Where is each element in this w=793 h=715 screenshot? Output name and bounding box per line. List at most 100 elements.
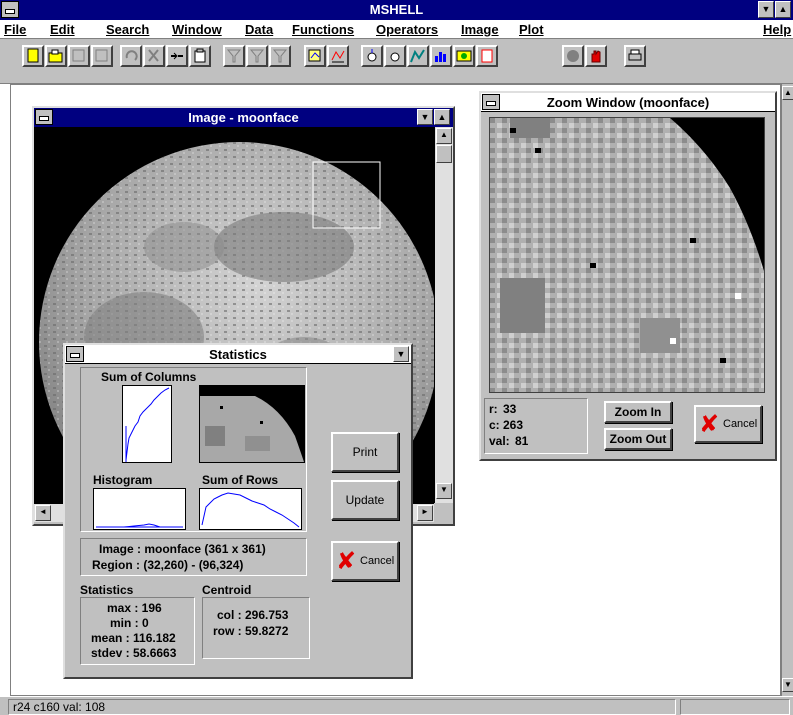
save-disabled-icon[interactable] <box>68 45 90 67</box>
image-window-title: Image - moonface <box>188 110 299 125</box>
statistics-title: Statistics <box>209 347 267 362</box>
menu-edit[interactable]: Edit <box>50 22 75 37</box>
zoomed-image-graphic <box>490 118 764 392</box>
update-button[interactable]: Update <box>331 480 399 520</box>
image-scroll-left-icon[interactable]: ◄ <box>35 505 51 521</box>
region-thumbnail <box>199 385 305 463</box>
centroid-panel: col : 296.753 row : 59.8272 <box>202 597 310 659</box>
stat-stdev: stdev : 58.6663 <box>91 646 177 660</box>
zoom-window-title: Zoom Window (moonface) <box>546 95 710 110</box>
histogram-plot <box>93 488 186 530</box>
stop-hand-icon[interactable] <box>585 45 607 67</box>
menu-functions[interactable]: Functions <box>292 22 354 37</box>
statistics-header: Statistics <box>80 583 134 597</box>
function-2-icon[interactable] <box>327 45 349 67</box>
menu-data[interactable]: Data <box>245 22 273 37</box>
statistics-values-panel: max : 196 min : 0 mean : 116.182 stdev :… <box>80 597 195 665</box>
image-scroll-thumb[interactable] <box>436 145 452 163</box>
menu-bar: File Edit Search Window Data Functions O… <box>0 20 793 39</box>
print-icon[interactable] <box>624 45 646 67</box>
pointer-1-icon[interactable] <box>361 45 383 67</box>
status-text: r24 c160 val: 108 <box>8 699 676 715</box>
image-info-panel: Image : moonface (361 x 361) Region : (3… <box>80 538 307 576</box>
image-info-line: Image : moonface (361 x 361) <box>99 542 266 556</box>
workspace-scrollbar[interactable]: ▲ ▼ <box>781 84 793 696</box>
scroll-down-icon[interactable]: ▼ <box>782 678 793 692</box>
pointer-2-icon[interactable] <box>384 45 406 67</box>
image-scroll-right-icon[interactable]: ► <box>417 505 433 521</box>
menu-window[interactable]: Window <box>172 22 222 37</box>
histogram-icon[interactable] <box>430 45 452 67</box>
open-file-icon[interactable] <box>45 45 67 67</box>
cancel-x-icon: ✘ <box>699 410 720 438</box>
window-minimize-button[interactable]: ▼ <box>417 109 433 125</box>
menu-file[interactable]: File <box>4 22 26 37</box>
stat-min: min : 0 <box>110 616 149 630</box>
sum-of-columns-label: Sum of Columns <box>101 370 197 384</box>
filter-3-icon[interactable] <box>269 45 291 67</box>
menu-search[interactable]: Search <box>106 22 149 37</box>
menu-image[interactable]: Image <box>461 22 499 37</box>
zoom-out-button[interactable]: Zoom Out <box>604 428 672 450</box>
c-label: c: <box>489 418 500 432</box>
histogram-label: Histogram <box>93 473 153 487</box>
window-maximize-button[interactable]: ▲ <box>434 109 450 125</box>
r-value: 33 <box>503 402 517 416</box>
record-icon[interactable] <box>562 45 584 67</box>
image-vscroll[interactable]: ▲ ▼ <box>434 127 453 503</box>
menu-help[interactable]: Help <box>763 22 791 37</box>
cut-icon[interactable] <box>143 45 165 67</box>
menu-plot[interactable]: Plot <box>519 22 544 37</box>
zoom-in-button[interactable]: Zoom In <box>604 401 672 423</box>
centroid-row: row : 59.8272 <box>213 624 289 638</box>
image-scroll-up-icon[interactable]: ▲ <box>436 128 452 144</box>
filter-2-icon[interactable] <box>246 45 268 67</box>
statistics-cancel-button[interactable]: ✘ Cancel <box>331 541 399 581</box>
new-file-icon[interactable] <box>22 45 44 67</box>
zoom-window-menu-icon[interactable] <box>482 94 500 110</box>
image-icon[interactable] <box>453 45 475 67</box>
statistics-window-menu-icon[interactable] <box>66 346 84 362</box>
plot-icon[interactable] <box>407 45 429 67</box>
paste-icon[interactable] <box>189 45 211 67</box>
stat-mean: mean : 116.182 <box>91 631 176 645</box>
statistics-cancel-label: Cancel <box>360 555 395 567</box>
save-as-disabled-icon[interactable] <box>91 45 113 67</box>
export-icon[interactable] <box>476 45 498 67</box>
val-value: 81 <box>515 434 529 448</box>
stat-max: max : 196 <box>107 601 162 615</box>
minimize-button[interactable]: ▼ <box>758 1 774 18</box>
system-menu-icon[interactable] <box>1 1 19 18</box>
menu-operators[interactable]: Operators <box>376 22 438 37</box>
statistics-minimize-button[interactable]: ▼ <box>393 346 409 362</box>
filter-1-icon[interactable] <box>223 45 245 67</box>
status-secondary <box>680 699 790 715</box>
image-window-title-bar: Image - moonface ▼ ▲ <box>34 108 453 127</box>
status-bar: r24 c160 val: 108 <box>0 696 793 715</box>
sum-of-columns-plot <box>122 385 172 463</box>
val-label: val: <box>489 434 510 448</box>
scroll-up-icon[interactable]: ▲ <box>782 86 793 100</box>
sum-of-rows-plot <box>199 488 302 530</box>
statistics-window: Statistics ▼ Sum of Columns Histogram Su… <box>63 343 413 679</box>
undo-icon[interactable] <box>120 45 142 67</box>
function-1-icon[interactable] <box>304 45 326 67</box>
image-scroll-down-icon[interactable]: ▼ <box>436 483 452 499</box>
sum-of-rows-label: Sum of Rows <box>202 473 279 487</box>
zoomed-image[interactable] <box>489 117 765 393</box>
zoom-cancel-button[interactable]: ✘ Cancel <box>694 405 762 443</box>
region-info-line: Region : (32,260) - (96,324) <box>92 558 244 572</box>
window-menu-icon[interactable] <box>35 109 53 125</box>
maximize-button[interactable]: ▲ <box>775 1 791 18</box>
pixel-info-panel: r: 33 c: 263 val: 81 <box>484 398 588 454</box>
plots-panel: Sum of Columns Histogram Sum of Rows <box>80 367 307 532</box>
zoom-window: Zoom Window (moonface) r: 33 c: 263 val:… <box>479 91 777 461</box>
print-button[interactable]: Print <box>331 432 399 472</box>
c-value: 263 <box>503 418 524 432</box>
zoom-cancel-label: Cancel <box>723 418 758 430</box>
zoom-window-title-bar: Zoom Window (moonface) <box>481 93 775 112</box>
centroid-header: Centroid <box>202 583 252 597</box>
copy-icon[interactable] <box>166 45 188 67</box>
r-label: r: <box>489 402 498 416</box>
statistics-cancel-x-icon: ✘ <box>336 547 357 575</box>
